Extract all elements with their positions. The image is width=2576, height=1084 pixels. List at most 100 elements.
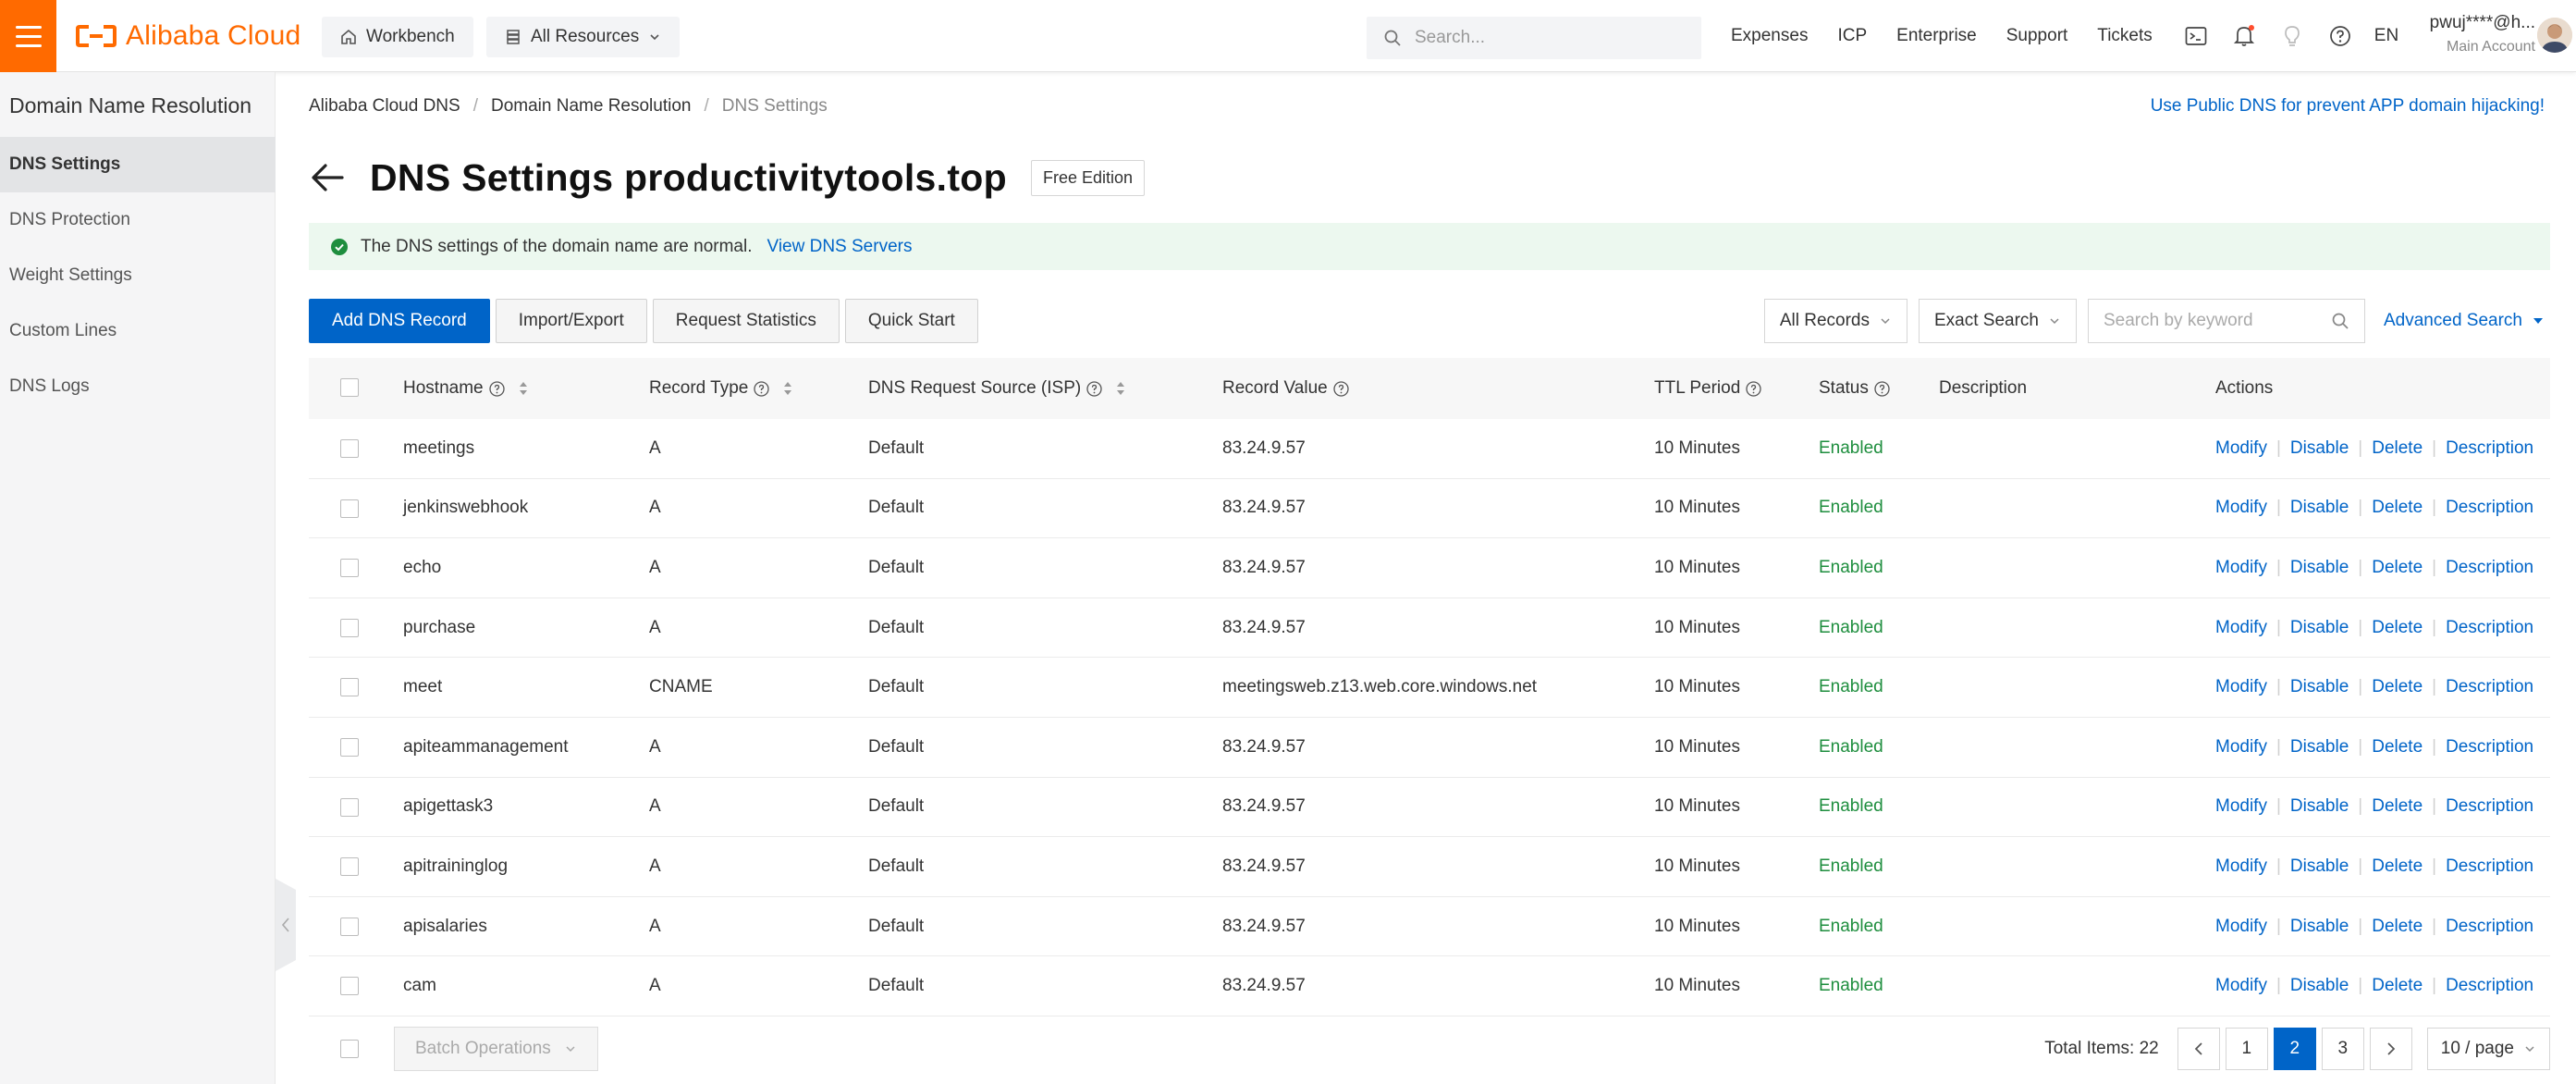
delete-link[interactable]: Delete	[2372, 438, 2423, 459]
modify-link[interactable]: Modify	[2215, 737, 2267, 758]
lightbulb-icon[interactable]	[2278, 22, 2306, 50]
row-checkbox[interactable]	[340, 439, 359, 458]
disable-link[interactable]: Disable	[2290, 558, 2349, 578]
terminal-icon[interactable]	[2182, 22, 2210, 50]
row-checkbox[interactable]	[340, 917, 359, 936]
alibaba-cloud-logo[interactable]: Alibaba Cloud	[76, 20, 301, 52]
modify-link[interactable]: Modify	[2215, 796, 2267, 817]
disable-link[interactable]: Disable	[2290, 438, 2349, 459]
back-arrow-icon[interactable]	[309, 159, 346, 196]
delete-link[interactable]: Delete	[2372, 498, 2423, 518]
help-icon[interactable]	[754, 380, 770, 397]
global-search-input[interactable]	[1415, 28, 1674, 48]
language-switch[interactable]: EN	[2374, 26, 2398, 46]
row-checkbox[interactable]	[340, 499, 359, 518]
row-checkbox[interactable]	[340, 559, 359, 578]
request-statistics-button[interactable]: Request Statistics	[652, 299, 840, 343]
expenses-link[interactable]: Expenses	[1731, 26, 1808, 46]
delete-link[interactable]: Delete	[2372, 796, 2423, 817]
description-link[interactable]: Description	[2446, 677, 2533, 697]
workbench-button[interactable]: Workbench	[322, 17, 473, 57]
help-icon[interactable]	[1746, 380, 1761, 397]
next-page-button[interactable]	[2369, 1028, 2412, 1070]
disable-link[interactable]: Disable	[2290, 498, 2349, 518]
help-icon[interactable]	[1333, 380, 1349, 397]
sort-icon[interactable]	[518, 380, 529, 397]
disable-link[interactable]: Disable	[2290, 737, 2349, 758]
sidebar-collapse-handle[interactable]	[276, 879, 296, 971]
disable-link[interactable]: Disable	[2290, 677, 2349, 697]
icp-link[interactable]: ICP	[1837, 26, 1867, 46]
disable-link[interactable]: Disable	[2290, 917, 2349, 937]
row-checkbox[interactable]	[340, 857, 359, 877]
disable-link[interactable]: Disable	[2290, 618, 2349, 638]
modify-link[interactable]: Modify	[2215, 856, 2267, 877]
sidebar-item-weight-settings[interactable]: Weight Settings	[0, 248, 276, 303]
description-link[interactable]: Description	[2446, 498, 2533, 518]
tickets-link[interactable]: Tickets	[2097, 26, 2152, 46]
column-hostname[interactable]: Hostname	[403, 378, 529, 399]
description-link[interactable]: Description	[2446, 438, 2533, 459]
modify-link[interactable]: Modify	[2215, 498, 2267, 518]
column-dns-request-source[interactable]: DNS Request Source (ISP)	[868, 378, 1126, 399]
enterprise-link[interactable]: Enterprise	[1896, 26, 1977, 46]
sidebar-item-custom-lines[interactable]: Custom Lines	[0, 303, 276, 359]
footer-select-all-checkbox[interactable]	[340, 1040, 359, 1058]
delete-link[interactable]: Delete	[2372, 677, 2423, 697]
sort-icon[interactable]	[1115, 380, 1126, 397]
view-dns-servers-link[interactable]: View DNS Servers	[767, 237, 912, 257]
modify-link[interactable]: Modify	[2215, 917, 2267, 937]
page-1-button[interactable]: 1	[2225, 1028, 2268, 1070]
sort-icon[interactable]	[782, 380, 793, 397]
modify-link[interactable]: Modify	[2215, 438, 2267, 459]
help-icon[interactable]	[2326, 22, 2354, 50]
row-checkbox[interactable]	[340, 678, 359, 697]
modify-link[interactable]: Modify	[2215, 558, 2267, 578]
help-icon[interactable]	[1874, 380, 1890, 397]
description-link[interactable]: Description	[2446, 618, 2533, 638]
breadcrumb-item-alibaba-cloud-dns[interactable]: Alibaba Cloud DNS	[309, 96, 460, 117]
modify-link[interactable]: Modify	[2215, 677, 2267, 697]
page-3-button[interactable]: 3	[2321, 1028, 2364, 1070]
help-icon[interactable]	[488, 380, 505, 397]
advanced-search-toggle[interactable]: Advanced Search	[2384, 311, 2545, 331]
description-link[interactable]: Description	[2446, 796, 2533, 817]
import-export-button[interactable]: Import/Export	[495, 299, 647, 343]
delete-link[interactable]: Delete	[2372, 856, 2423, 877]
sidebar-item-dns-protection[interactable]: DNS Protection	[0, 192, 276, 248]
row-checkbox[interactable]	[340, 977, 359, 996]
disable-link[interactable]: Disable	[2290, 856, 2349, 877]
batch-operations-button[interactable]: Batch Operations	[394, 1027, 598, 1071]
delete-link[interactable]: Delete	[2372, 618, 2423, 638]
search-mode-select[interactable]: Exact Search	[1919, 299, 2077, 343]
column-record-type[interactable]: Record Type	[649, 378, 793, 399]
all-resources-dropdown[interactable]: All Resources	[486, 17, 681, 57]
record-type-filter[interactable]: All Records	[1763, 299, 1907, 343]
description-link[interactable]: Description	[2446, 976, 2533, 996]
avatar[interactable]	[2537, 18, 2572, 53]
public-dns-promo-link[interactable]: Use Public DNS for prevent APP domain hi…	[2151, 96, 2545, 117]
delete-link[interactable]: Delete	[2372, 976, 2423, 996]
description-link[interactable]: Description	[2446, 558, 2533, 578]
description-link[interactable]: Description	[2446, 917, 2533, 937]
search-icon[interactable]	[2331, 312, 2349, 330]
sidebar-item-dns-settings[interactable]: DNS Settings	[0, 137, 276, 192]
help-icon[interactable]	[1086, 380, 1102, 397]
disable-link[interactable]: Disable	[2290, 976, 2349, 996]
delete-link[interactable]: Delete	[2372, 558, 2423, 578]
modify-link[interactable]: Modify	[2215, 618, 2267, 638]
delete-link[interactable]: Delete	[2372, 737, 2423, 758]
prev-page-button[interactable]	[2177, 1028, 2220, 1070]
keyword-search-input[interactable]	[2104, 311, 2316, 331]
user-account[interactable]: pwuj****@h... Main Account	[2397, 13, 2535, 55]
support-link[interactable]: Support	[2006, 26, 2068, 46]
page-2-button[interactable]: 2	[2273, 1028, 2316, 1070]
sidebar-item-dns-logs[interactable]: DNS Logs	[0, 359, 276, 414]
menu-icon[interactable]	[0, 0, 56, 72]
row-checkbox[interactable]	[340, 737, 359, 757]
page-size-select[interactable]: 10 / page	[2426, 1028, 2550, 1070]
delete-link[interactable]: Delete	[2372, 917, 2423, 937]
modify-link[interactable]: Modify	[2215, 976, 2267, 996]
row-checkbox[interactable]	[340, 618, 359, 637]
description-link[interactable]: Description	[2446, 856, 2533, 877]
